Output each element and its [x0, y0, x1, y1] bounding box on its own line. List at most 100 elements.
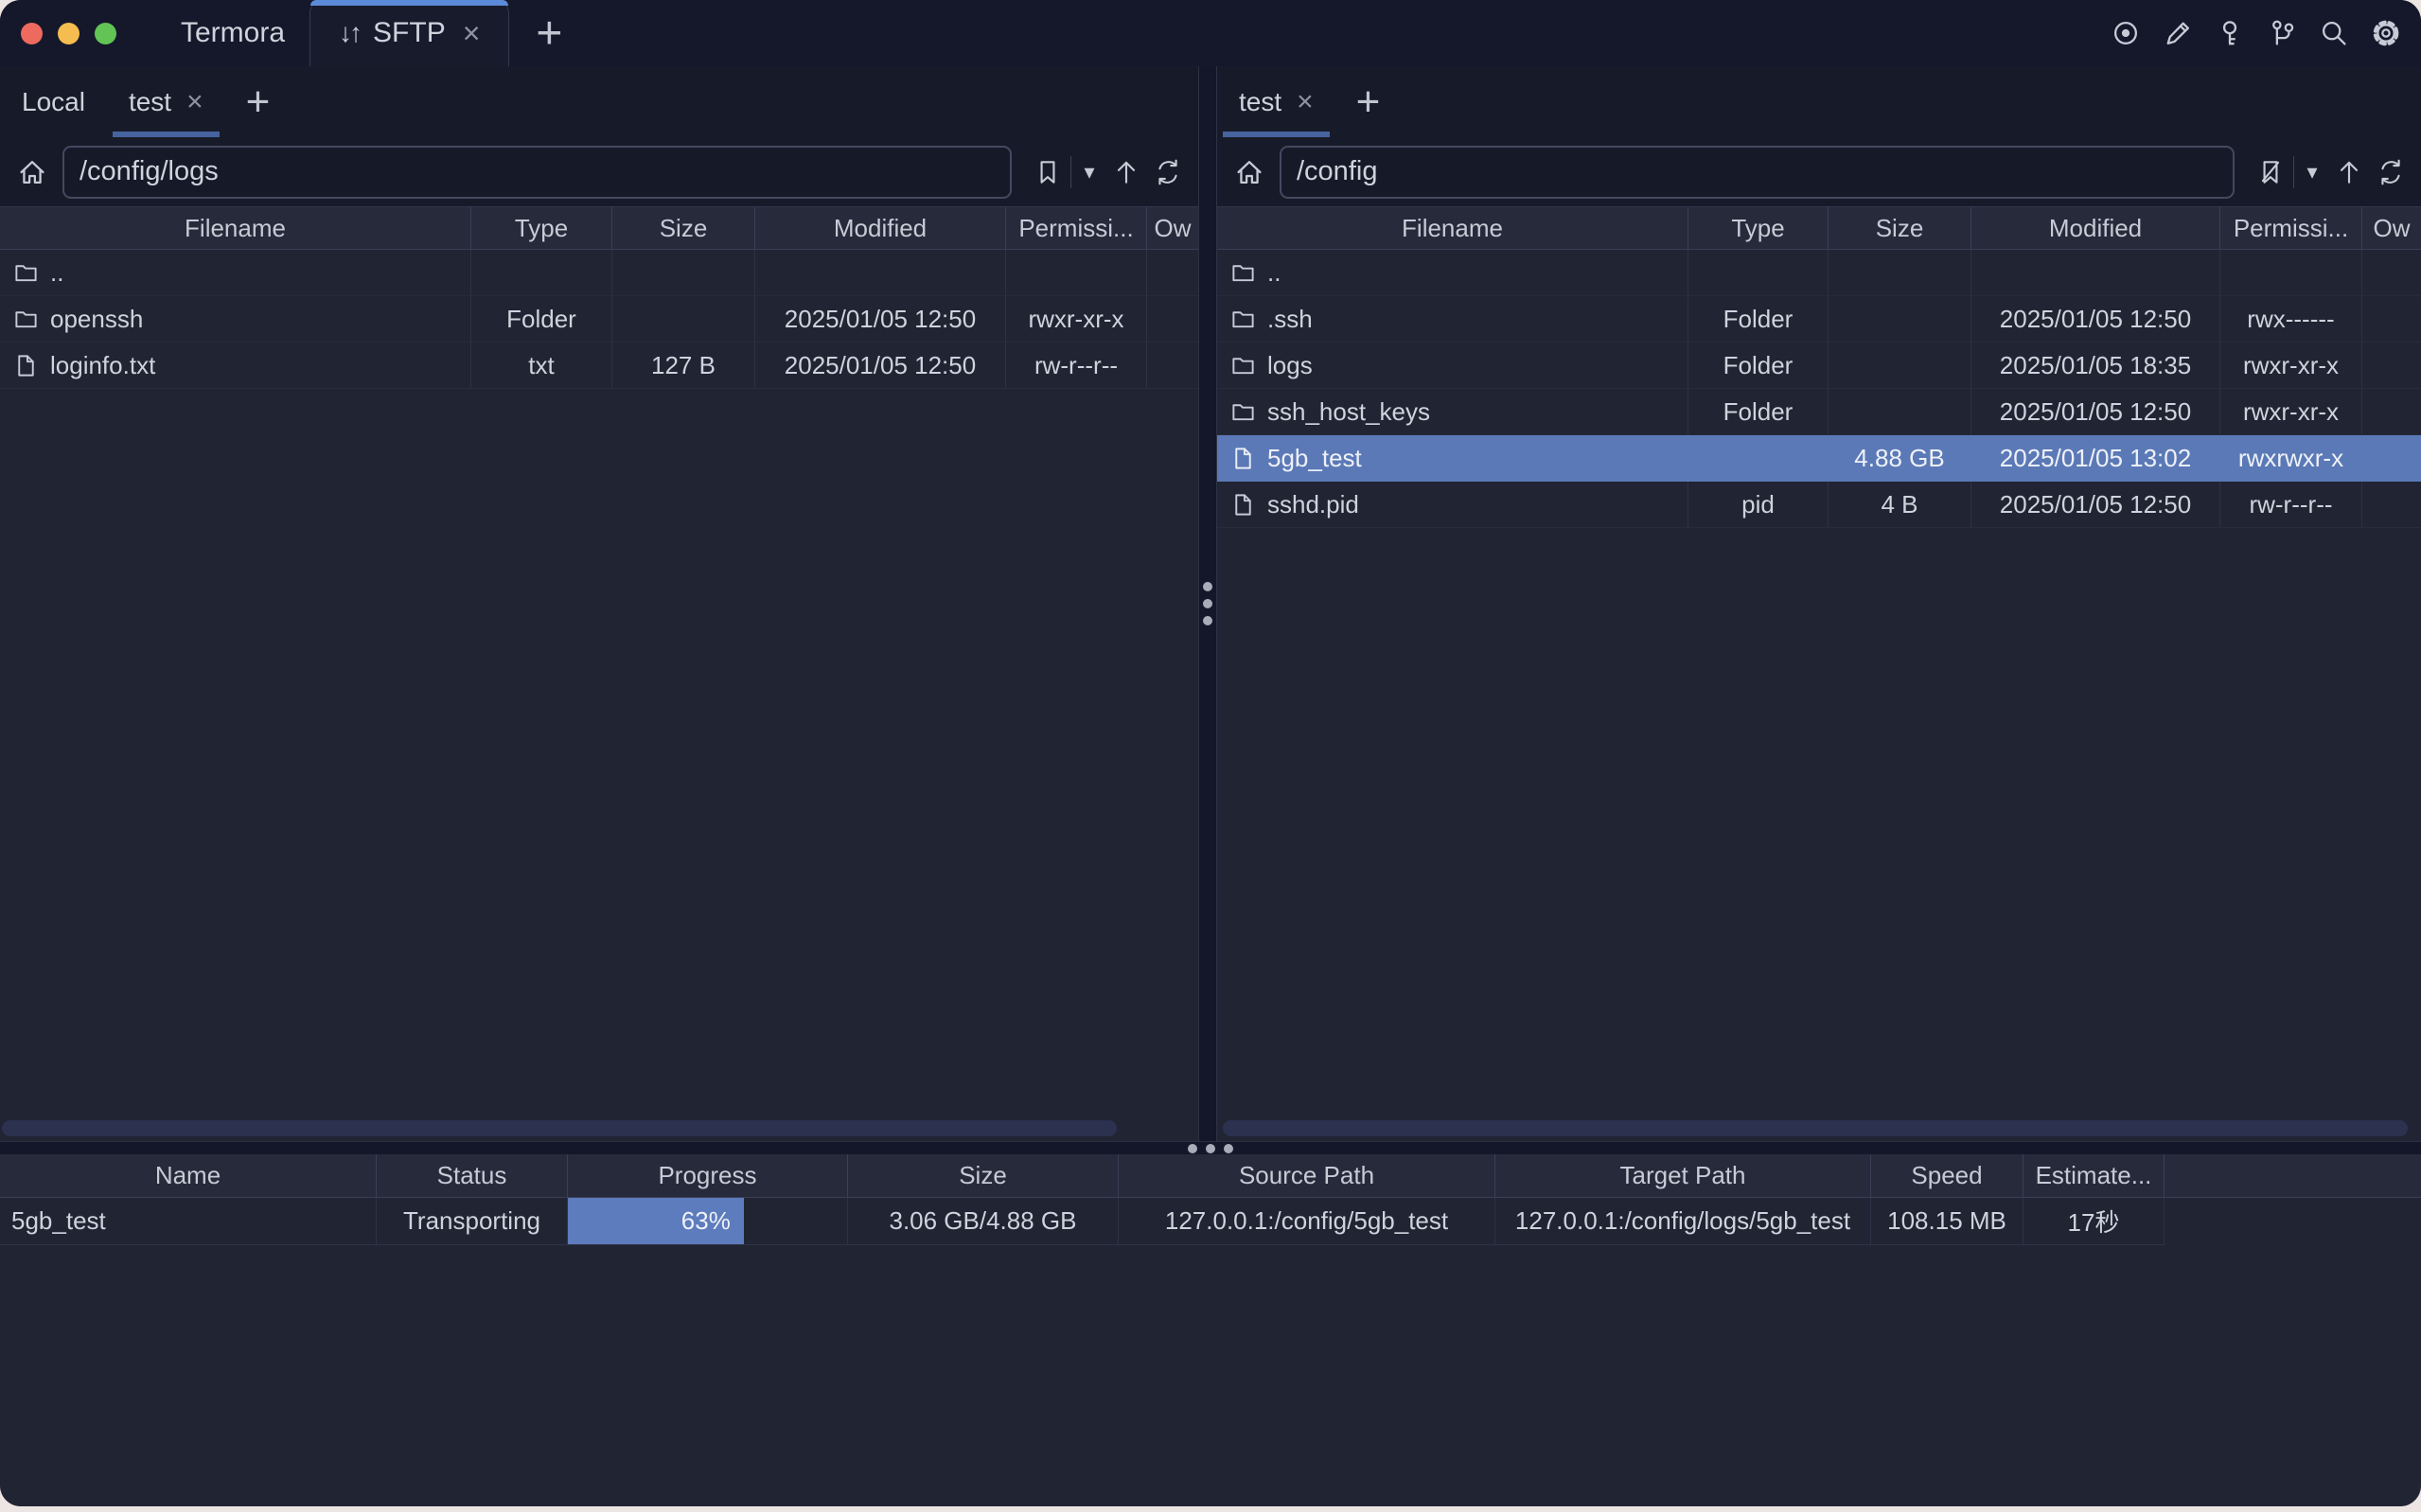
column-header-size[interactable]: Size [1829, 207, 1971, 249]
tab-sftp[interactable]: ↓↑ SFTP × [309, 0, 509, 66]
transfer-column-header-sourcepath[interactable]: Source Path [1119, 1154, 1495, 1197]
divider [1070, 156, 1071, 188]
transfer-size-cell: 3.06 GB/4.88 GB [848, 1198, 1119, 1245]
close-sftp-tab-icon[interactable]: × [463, 18, 481, 48]
close-window-button[interactable] [21, 23, 43, 44]
transfer-progress-cell: 63% [568, 1198, 848, 1245]
transfer-column-header-estimate[interactable]: Estimate... [2023, 1154, 2165, 1197]
sftp-arrows-icon: ↓↑ [339, 18, 360, 48]
remote-bookmark-dropdown-button[interactable]: ▾ [2300, 160, 2324, 185]
search-button[interactable] [2318, 17, 2350, 49]
filename-cell: ssh_host_keys [1217, 389, 1688, 434]
search-icon [2319, 18, 2349, 48]
modified-cell: 2025/01/05 18:35 [1971, 343, 2220, 388]
owner-cell [2362, 389, 2421, 434]
transfer-column-header-name[interactable]: Name [0, 1154, 377, 1197]
column-header-ow[interactable]: Ow [2362, 207, 2421, 249]
local-up-button[interactable] [1110, 156, 1142, 188]
file-row-openssh[interactable]: opensshFolder2025/01/05 12:50rwxr-xr-x [0, 296, 1198, 343]
zoom-window-button[interactable] [95, 23, 116, 44]
record-button[interactable] [2110, 17, 2142, 49]
filename: .. [50, 258, 63, 288]
file-row-5gb_test[interactable]: 5gb_test4.88 GB2025/01/05 13:02rwxrwxr-x [1217, 435, 2421, 482]
remote-tab-test[interactable]: test× [1217, 66, 1335, 137]
local-pane: Localtest×+ /config/logs ▾ [0, 66, 1198, 1141]
remote-bookmark-button[interactable] [2254, 156, 2287, 188]
column-header-size[interactable]: Size [612, 207, 755, 249]
file-row-.ssh[interactable]: .sshFolder2025/01/05 12:50rwx------ [1217, 296, 2421, 343]
local-path-input[interactable]: /config/logs [62, 146, 1012, 199]
transfer-column-header-size[interactable]: Size [848, 1154, 1119, 1197]
transfer-column-header-targetpath[interactable]: Target Path [1495, 1154, 1871, 1197]
remote-table-header: FilenameTypeSizeModifiedPermissi...Ow [1217, 206, 2421, 250]
remote-path-input[interactable]: /config [1280, 146, 2235, 199]
column-header-permissi[interactable]: Permissi... [1006, 207, 1147, 249]
folder-icon [1230, 399, 1256, 425]
edit-button[interactable] [2162, 17, 2194, 49]
modified-cell [755, 250, 1006, 295]
column-header-filename[interactable]: Filename [0, 207, 471, 249]
remote-file-list: ...sshFolder2025/01/05 12:50rwx------log… [1217, 250, 2421, 528]
remote-up-button[interactable] [2333, 156, 2365, 188]
local-file-list: .. opensshFolder2025/01/05 12:50rwxr-xr-x… [0, 250, 1198, 389]
transfer-row-5gb_test[interactable]: 5gb_testTransporting63%3.06 GB/4.88 GB12… [0, 1198, 2421, 1245]
local-home-button[interactable] [17, 157, 47, 187]
tab-termora[interactable]: Termora [169, 0, 285, 66]
local-tab-local[interactable]: Local [0, 66, 107, 137]
transfer-column-header-status[interactable]: Status [377, 1154, 568, 1197]
local-bookmark-button[interactable] [1032, 156, 1064, 188]
file-row-..[interactable]: .. [0, 250, 1198, 296]
filename-cell: 5gb_test [1217, 435, 1688, 481]
file-row-ssh_host_keys[interactable]: ssh_host_keysFolder2025/01/05 12:50rwxr-… [1217, 389, 2421, 435]
local-bookmark-dropdown-button[interactable]: ▾ [1077, 160, 1102, 185]
scrollbar-thumb[interactable] [1223, 1120, 2408, 1136]
column-header-ow[interactable]: Ow [1147, 207, 1198, 249]
titlebar-actions [2110, 0, 2421, 66]
pane-splitter[interactable] [1198, 66, 1217, 1141]
file-row-loginfo.txt[interactable]: loginfo.txttxt127 B2025/01/05 12:50rw-r-… [0, 343, 1198, 389]
local-refresh-button[interactable] [1152, 156, 1184, 188]
remote-new-tab-button[interactable]: + [1335, 66, 1402, 137]
window-controls [0, 0, 116, 66]
column-header-modified[interactable]: Modified [1971, 207, 2220, 249]
local-tab-test[interactable]: test× [107, 66, 225, 137]
minimize-window-button[interactable] [58, 23, 80, 44]
column-header-type[interactable]: Type [1688, 207, 1829, 249]
transfer-column-header-speed[interactable]: Speed [1871, 1154, 2023, 1197]
remote-home-button[interactable] [1234, 157, 1264, 187]
new-window-tab-button[interactable]: + [536, 0, 562, 66]
settings-button[interactable] [2370, 17, 2402, 49]
key-button[interactable] [2214, 17, 2246, 49]
column-header-filename[interactable]: Filename [1217, 207, 1688, 249]
file-row-..[interactable]: .. [1217, 250, 2421, 296]
local-new-tab-button[interactable]: + [225, 66, 292, 137]
folder-icon [1230, 260, 1256, 286]
splitter-grip-icon [1203, 582, 1212, 625]
column-header-modified[interactable]: Modified [755, 207, 1006, 249]
transfer-estimate-cell: 17秒 [2023, 1198, 2165, 1245]
local-path-bar: /config/logs ▾ [0, 137, 1198, 206]
transfers-splitter[interactable] [0, 1141, 2421, 1154]
column-header-permissi[interactable]: Permissi... [2220, 207, 2362, 249]
type-cell: Folder [1688, 389, 1829, 434]
local-table-header: FilenameTypeSizeModifiedPermissi...Ow [0, 206, 1198, 250]
filename-cell: logs [1217, 343, 1688, 388]
file-row-logs[interactable]: logsFolder2025/01/05 18:35rwxr-xr-x [1217, 343, 2421, 389]
close-tab-icon[interactable]: × [186, 88, 203, 116]
edit-icon [2163, 18, 2193, 48]
scrollbar-thumb[interactable] [2, 1120, 1117, 1136]
size-cell: 4 B [1829, 482, 1971, 527]
modified-cell: 2025/01/05 12:50 [755, 343, 1006, 388]
size-cell: 127 B [612, 343, 755, 388]
remote-refresh-button[interactable] [2375, 156, 2407, 188]
type-cell: Folder [1688, 296, 1829, 342]
transfer-column-header-progress[interactable]: Progress [568, 1154, 848, 1197]
column-header-type[interactable]: Type [471, 207, 612, 249]
type-cell: Folder [471, 296, 612, 342]
folder-icon [1230, 307, 1256, 332]
transfer-source-path-cell: 127.0.0.1:/config/5gb_test [1119, 1198, 1495, 1245]
branch-button[interactable] [2266, 17, 2298, 49]
close-tab-icon[interactable]: × [1297, 88, 1314, 116]
size-cell [1829, 389, 1971, 434]
file-row-sshd.pid[interactable]: sshd.pidpid4 B2025/01/05 12:50rw-r--r-- [1217, 482, 2421, 528]
